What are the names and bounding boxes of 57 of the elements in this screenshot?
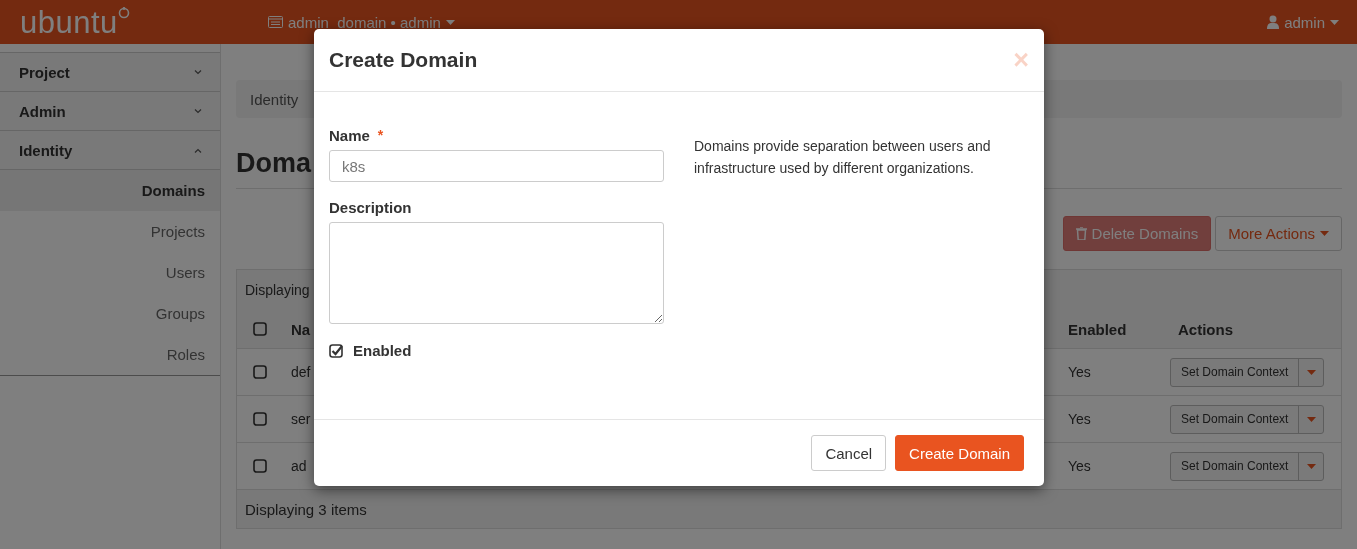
sidebar-item[interactable]: Users	[0, 252, 220, 293]
column-header: Enabled	[1067, 320, 1127, 338]
action-button[interactable]: Set Domain Context	[1170, 451, 1325, 481]
context-menu[interactable]: admin_domain • admin	[268, 13, 455, 31]
help-text: Domains provide separation between users and infrastructure used by different organizations.	[694, 137, 992, 178]
chevron-icon	[194, 147, 202, 153]
window-icon	[268, 16, 283, 28]
table-cell-text: Yes	[1067, 364, 1091, 380]
field-label: Name	[329, 127, 370, 144]
chevron-icon	[194, 108, 202, 114]
delete-button[interactable]: Delete Domains	[1062, 216, 1212, 251]
breadcrumb-link[interactable]: Identity	[250, 90, 299, 108]
dialog-title: Create Domain	[329, 48, 478, 72]
caret-icon	[1306, 463, 1316, 469]
caret-icon	[1306, 369, 1316, 375]
checkbox[interactable]	[253, 459, 267, 473]
cancel-button[interactable]: Cancel	[811, 435, 887, 471]
sidebar-item[interactable]: Projects	[0, 211, 220, 252]
checkbox-label: Enabled	[353, 342, 412, 359]
field-label: Description	[329, 199, 412, 216]
table-cell-text: ad	[290, 458, 307, 474]
table-cell-text: def	[290, 364, 311, 380]
user-menu[interactable]: admin	[1267, 13, 1339, 31]
table-cell-text: Yes	[1067, 458, 1091, 474]
name-field[interactable]: k8s	[329, 150, 664, 182]
trash-icon	[1075, 227, 1087, 240]
caret-icon	[1320, 231, 1329, 236]
column-header: Na	[290, 320, 311, 338]
sidebar-item[interactable]: Groups	[0, 293, 220, 334]
checkbox[interactable]	[253, 365, 267, 379]
table-cell-text: Yes	[1067, 411, 1091, 427]
sidebar-section[interactable]: Identity	[0, 130, 220, 169]
page-title: Doma	[236, 147, 311, 179]
column-header: Actions	[1177, 320, 1233, 338]
required-mark: *	[377, 127, 384, 144]
table-cell-text: ser	[290, 411, 311, 427]
create-button[interactable]: Create Domain	[895, 435, 1024, 471]
sidebar-item[interactable]: Domains	[0, 170, 220, 211]
checkbox[interactable]	[329, 343, 343, 358]
logo[interactable]: ubuntu	[20, 6, 118, 38]
caret-icon	[1306, 416, 1316, 422]
checkbox[interactable]	[253, 412, 267, 426]
sidebar-section[interactable]: Admin	[0, 91, 220, 130]
sidebar-item[interactable]: Roles	[0, 334, 220, 375]
sidebar-section[interactable]: Project	[0, 52, 220, 91]
caret-icon	[1330, 19, 1339, 25]
action-button[interactable]: Set Domain Context	[1170, 404, 1325, 434]
more-actions-button[interactable]: More Actions	[1215, 216, 1342, 251]
checkbox[interactable]	[253, 322, 267, 336]
description-field[interactable]	[329, 222, 664, 324]
chevron-icon	[194, 69, 202, 75]
table-footer: Displaying 3 items	[245, 500, 367, 518]
logo-icon	[117, 6, 130, 19]
table-caption: Displaying	[245, 282, 310, 298]
caret-icon	[445, 19, 455, 25]
user-icon	[1267, 15, 1280, 29]
action-button[interactable]: Set Domain Context	[1170, 357, 1325, 387]
